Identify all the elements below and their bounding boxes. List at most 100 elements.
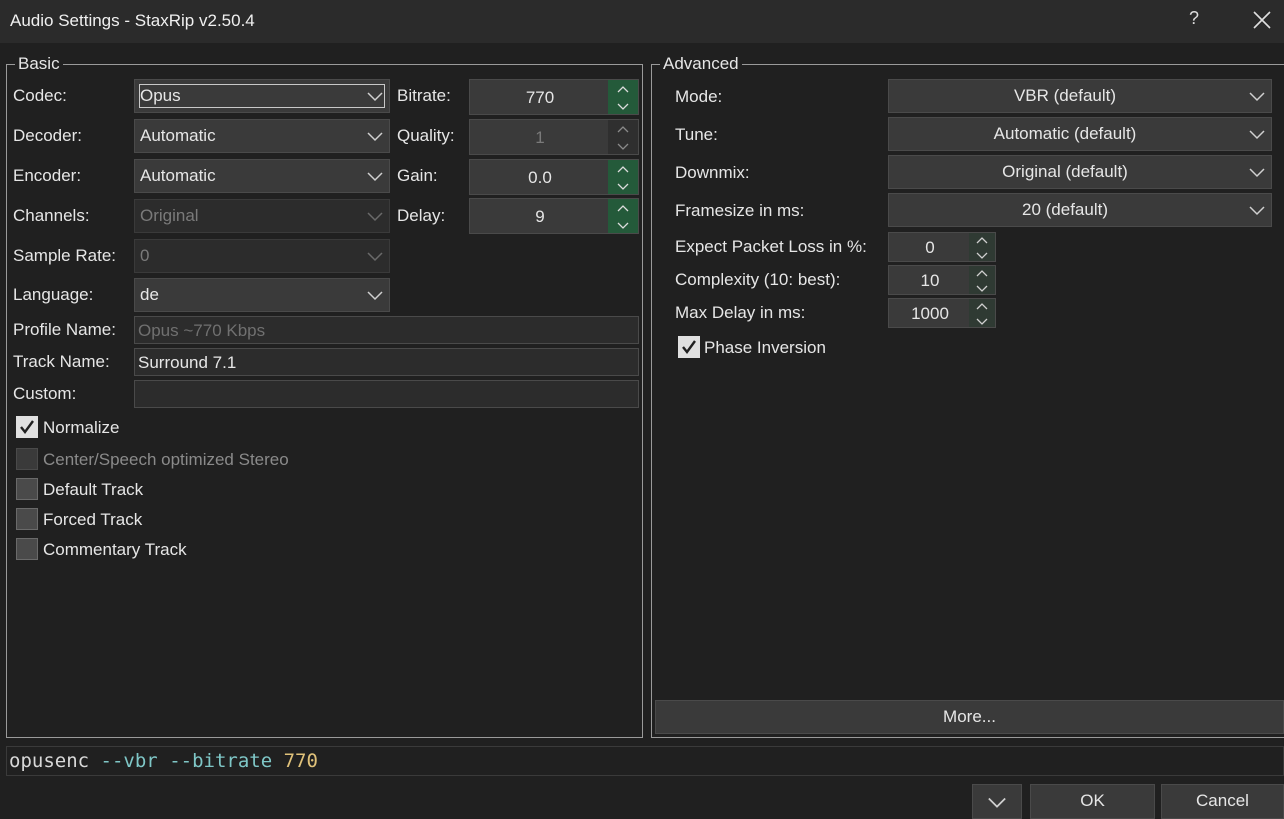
command-line-preview[interactable]: opusenc --vbr --bitrate 770 bbox=[6, 746, 1284, 776]
spinner-arrows-icon bbox=[976, 270, 988, 292]
normalize-checkbox[interactable] bbox=[16, 416, 38, 438]
encoder-select[interactable]: Automatic bbox=[134, 159, 390, 193]
mode-label: Mode: bbox=[675, 87, 723, 106]
decoder-label: Decoder: bbox=[13, 126, 82, 145]
gain-label: Gain: bbox=[397, 166, 438, 185]
profile-name-input[interactable]: Opus ~770 Kbps bbox=[134, 316, 639, 344]
framesize-label: Framesize in ms: bbox=[675, 201, 805, 220]
chevron-down-icon bbox=[367, 132, 383, 142]
bitrate-label: Bitrate: bbox=[397, 86, 451, 105]
bitrate-spinner[interactable]: 770 bbox=[469, 79, 639, 115]
window-title: Audio Settings - StaxRip v2.50.4 bbox=[10, 11, 255, 30]
codec-select[interactable]: Opus bbox=[134, 79, 390, 113]
decoder-value: Automatic bbox=[140, 126, 216, 145]
spinner-buttons[interactable] bbox=[969, 233, 995, 261]
more-button[interactable]: More... bbox=[655, 700, 1284, 734]
delay-spinner[interactable]: 9 bbox=[469, 198, 639, 234]
ok-button[interactable]: OK bbox=[1030, 784, 1155, 819]
spinner-buttons[interactable] bbox=[608, 199, 638, 233]
chevron-down-icon bbox=[367, 212, 383, 222]
framesize-select[interactable]: 20 (default) bbox=[888, 193, 1272, 227]
complexity-label: Complexity (10: best): bbox=[675, 270, 841, 289]
center-speech-label[interactable]: Center/Speech optimized Stereo bbox=[43, 450, 289, 470]
track-name-label: Track Name: bbox=[13, 352, 110, 371]
tune-value: Automatic (default) bbox=[993, 124, 1137, 143]
maxdelay-spinner[interactable]: 1000 bbox=[888, 298, 996, 328]
decoder-select[interactable]: Automatic bbox=[134, 119, 390, 153]
spinner-buttons[interactable] bbox=[608, 80, 638, 114]
commentary-track-label[interactable]: Commentary Track bbox=[43, 540, 187, 560]
spinner-arrows-icon bbox=[617, 86, 629, 110]
default-track-label[interactable]: Default Track bbox=[43, 480, 143, 500]
complexity-value: 10 bbox=[920, 271, 940, 290]
chevron-down-icon bbox=[367, 252, 383, 262]
commentary-track-checkbox[interactable] bbox=[16, 538, 38, 560]
spinner-buttons[interactable] bbox=[608, 120, 638, 154]
forced-track-checkbox[interactable] bbox=[16, 508, 38, 530]
framesize-value: 20 (default) bbox=[1022, 200, 1108, 219]
cancel-button[interactable]: Cancel bbox=[1161, 784, 1284, 819]
basic-group-label: Basic bbox=[15, 54, 63, 74]
spinner-arrows-icon bbox=[976, 237, 988, 259]
downmix-label: Downmix: bbox=[675, 163, 750, 182]
samplerate-select[interactable]: 0 bbox=[134, 239, 390, 273]
track-name-input[interactable]: Surround 7.1 bbox=[134, 348, 639, 376]
title-bar: Audio Settings - StaxRip v2.50.4 ? bbox=[0, 0, 1284, 43]
language-label: Language: bbox=[13, 285, 94, 304]
close-button[interactable] bbox=[1248, 6, 1276, 34]
phase-inversion-label[interactable]: Phase Inversion bbox=[704, 338, 826, 358]
chevron-down-icon bbox=[1249, 130, 1265, 140]
forced-track-label[interactable]: Forced Track bbox=[43, 510, 142, 530]
advanced-group-label: Advanced bbox=[660, 54, 742, 74]
quality-label: Quality: bbox=[397, 126, 455, 145]
command-value: 770 bbox=[283, 750, 318, 772]
custom-label: Custom: bbox=[13, 384, 77, 403]
custom-input[interactable] bbox=[134, 380, 639, 408]
quality-value: 1 bbox=[535, 128, 545, 147]
language-value: de bbox=[140, 285, 159, 304]
delay-value: 9 bbox=[535, 207, 545, 226]
close-icon bbox=[1253, 11, 1271, 29]
codec-value: Opus bbox=[140, 86, 181, 105]
channels-value: Original bbox=[140, 206, 199, 225]
maxdelay-label: Max Delay in ms: bbox=[675, 303, 806, 322]
downmix-select[interactable]: Original (default) bbox=[888, 155, 1272, 189]
channels-select[interactable]: Original bbox=[134, 199, 390, 233]
chevron-down-icon bbox=[1249, 168, 1265, 178]
spinner-arrows-icon bbox=[617, 205, 629, 229]
spinner-buttons[interactable] bbox=[969, 299, 995, 327]
packetloss-label: Expect Packet Loss in %: bbox=[675, 237, 867, 256]
maxdelay-value: 1000 bbox=[911, 304, 949, 323]
spinner-arrows-icon bbox=[617, 126, 629, 150]
downmix-value: Original (default) bbox=[1002, 162, 1128, 181]
packetloss-spinner[interactable]: 0 bbox=[888, 232, 996, 262]
center-speech-checkbox[interactable] bbox=[16, 448, 38, 470]
options-menu-button[interactable] bbox=[972, 784, 1022, 819]
command-exe: opusenc bbox=[9, 750, 90, 772]
normalize-label[interactable]: Normalize bbox=[43, 418, 120, 438]
profile-name-placeholder: Opus ~770 Kbps bbox=[138, 321, 266, 340]
channels-label: Channels: bbox=[13, 206, 90, 225]
phase-inversion-checkbox[interactable] bbox=[678, 336, 700, 358]
spinner-arrows-icon bbox=[617, 166, 629, 190]
language-select[interactable]: de bbox=[134, 278, 390, 312]
encoder-value: Automatic bbox=[140, 166, 216, 185]
chevron-down-icon bbox=[1249, 92, 1265, 102]
complexity-spinner[interactable]: 10 bbox=[888, 265, 996, 295]
default-track-checkbox[interactable] bbox=[16, 478, 38, 500]
gain-value: 0.0 bbox=[528, 168, 552, 187]
mode-select[interactable]: VBR (default) bbox=[888, 79, 1272, 113]
delay-label: Delay: bbox=[397, 206, 446, 225]
spinner-buttons[interactable] bbox=[969, 266, 995, 294]
gain-spinner[interactable]: 0.0 bbox=[469, 159, 639, 195]
chevron-down-icon bbox=[367, 291, 383, 301]
spinner-buttons[interactable] bbox=[608, 160, 638, 194]
help-button[interactable]: ? bbox=[1184, 8, 1204, 32]
chevron-down-icon bbox=[367, 92, 383, 102]
checkmark-icon bbox=[682, 340, 696, 354]
checkmark-icon bbox=[20, 420, 34, 434]
encoder-label: Encoder: bbox=[13, 166, 82, 185]
quality-spinner[interactable]: 1 bbox=[469, 119, 639, 155]
tune-select[interactable]: Automatic (default) bbox=[888, 117, 1272, 151]
chevron-down-icon bbox=[1249, 206, 1265, 216]
